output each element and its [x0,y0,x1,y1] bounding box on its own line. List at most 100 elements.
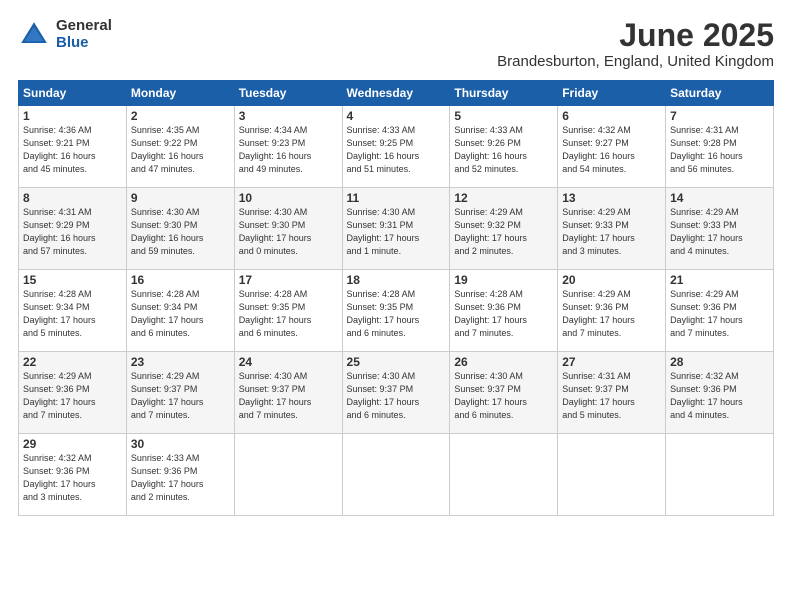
day-number: 12 [454,191,553,205]
table-row: 10Sunrise: 4:30 AM Sunset: 9:30 PM Dayli… [234,188,342,270]
table-row: 28Sunrise: 4:32 AM Sunset: 9:36 PM Dayli… [666,352,774,434]
day-number: 27 [562,355,661,369]
logo-blue: Blue [56,35,112,52]
table-row: 18Sunrise: 4:28 AM Sunset: 9:35 PM Dayli… [342,270,450,352]
day-number: 15 [23,273,122,287]
table-row: 3Sunrise: 4:34 AM Sunset: 9:23 PM Daylig… [234,106,342,188]
table-row [666,434,774,516]
day-info: Sunrise: 4:32 AM Sunset: 9:36 PM Dayligh… [23,452,122,504]
day-number: 3 [239,109,338,123]
table-row: 19Sunrise: 4:28 AM Sunset: 9:36 PM Dayli… [450,270,558,352]
table-row: 15Sunrise: 4:28 AM Sunset: 9:34 PM Dayli… [19,270,127,352]
table-row: 4Sunrise: 4:33 AM Sunset: 9:25 PM Daylig… [342,106,450,188]
day-info: Sunrise: 4:34 AM Sunset: 9:23 PM Dayligh… [239,124,338,176]
table-row: 24Sunrise: 4:30 AM Sunset: 9:37 PM Dayli… [234,352,342,434]
table-row: 30Sunrise: 4:33 AM Sunset: 9:36 PM Dayli… [126,434,234,516]
day-number: 19 [454,273,553,287]
table-row: 14Sunrise: 4:29 AM Sunset: 9:33 PM Dayli… [666,188,774,270]
day-number: 14 [670,191,769,205]
day-info: Sunrise: 4:33 AM Sunset: 9:36 PM Dayligh… [131,452,230,504]
day-number: 17 [239,273,338,287]
day-info: Sunrise: 4:28 AM Sunset: 9:35 PM Dayligh… [347,288,446,340]
day-number: 29 [23,437,122,451]
table-row: 27Sunrise: 4:31 AM Sunset: 9:37 PM Dayli… [558,352,666,434]
day-info: Sunrise: 4:31 AM Sunset: 9:28 PM Dayligh… [670,124,769,176]
day-info: Sunrise: 4:30 AM Sunset: 9:37 PM Dayligh… [347,370,446,422]
logo-text: General Blue [56,18,112,51]
day-info: Sunrise: 4:28 AM Sunset: 9:34 PM Dayligh… [131,288,230,340]
day-info: Sunrise: 4:35 AM Sunset: 9:22 PM Dayligh… [131,124,230,176]
day-number: 10 [239,191,338,205]
calendar-week-2: 15Sunrise: 4:28 AM Sunset: 9:34 PM Dayli… [19,270,774,352]
calendar-week-3: 22Sunrise: 4:29 AM Sunset: 9:36 PM Dayli… [19,352,774,434]
day-info: Sunrise: 4:29 AM Sunset: 9:33 PM Dayligh… [670,206,769,258]
day-number: 13 [562,191,661,205]
table-row [342,434,450,516]
header: General Blue June 2025 Brandesburton, En… [18,18,774,70]
logo-general: General [56,18,112,35]
day-info: Sunrise: 4:30 AM Sunset: 9:37 PM Dayligh… [454,370,553,422]
day-info: Sunrise: 4:29 AM Sunset: 9:32 PM Dayligh… [454,206,553,258]
day-number: 8 [23,191,122,205]
day-info: Sunrise: 4:31 AM Sunset: 9:37 PM Dayligh… [562,370,661,422]
col-saturday: Saturday [666,81,774,106]
table-row: 5Sunrise: 4:33 AM Sunset: 9:26 PM Daylig… [450,106,558,188]
day-number: 11 [347,191,446,205]
month-title: June 2025 [497,18,774,53]
table-row: 11Sunrise: 4:30 AM Sunset: 9:31 PM Dayli… [342,188,450,270]
day-number: 21 [670,273,769,287]
day-number: 22 [23,355,122,369]
day-info: Sunrise: 4:36 AM Sunset: 9:21 PM Dayligh… [23,124,122,176]
day-info: Sunrise: 4:30 AM Sunset: 9:30 PM Dayligh… [239,206,338,258]
day-info: Sunrise: 4:31 AM Sunset: 9:29 PM Dayligh… [23,206,122,258]
day-info: Sunrise: 4:30 AM Sunset: 9:30 PM Dayligh… [131,206,230,258]
table-row: 1Sunrise: 4:36 AM Sunset: 9:21 PM Daylig… [19,106,127,188]
day-info: Sunrise: 4:29 AM Sunset: 9:36 PM Dayligh… [670,288,769,340]
calendar-week-1: 8Sunrise: 4:31 AM Sunset: 9:29 PM Daylig… [19,188,774,270]
day-info: Sunrise: 4:29 AM Sunset: 9:36 PM Dayligh… [562,288,661,340]
day-info: Sunrise: 4:32 AM Sunset: 9:27 PM Dayligh… [562,124,661,176]
col-thursday: Thursday [450,81,558,106]
table-row: 7Sunrise: 4:31 AM Sunset: 9:28 PM Daylig… [666,106,774,188]
day-info: Sunrise: 4:33 AM Sunset: 9:26 PM Dayligh… [454,124,553,176]
table-row [234,434,342,516]
header-row: Sunday Monday Tuesday Wednesday Thursday… [19,81,774,106]
table-row: 25Sunrise: 4:30 AM Sunset: 9:37 PM Dayli… [342,352,450,434]
day-number: 23 [131,355,230,369]
col-monday: Monday [126,81,234,106]
day-info: Sunrise: 4:29 AM Sunset: 9:33 PM Dayligh… [562,206,661,258]
day-number: 4 [347,109,446,123]
day-info: Sunrise: 4:33 AM Sunset: 9:25 PM Dayligh… [347,124,446,176]
table-row: 13Sunrise: 4:29 AM Sunset: 9:33 PM Dayli… [558,188,666,270]
table-row: 6Sunrise: 4:32 AM Sunset: 9:27 PM Daylig… [558,106,666,188]
calendar-week-4: 29Sunrise: 4:32 AM Sunset: 9:36 PM Dayli… [19,434,774,516]
day-info: Sunrise: 4:30 AM Sunset: 9:37 PM Dayligh… [239,370,338,422]
title-block: June 2025 Brandesburton, England, United… [497,18,774,70]
table-row [558,434,666,516]
col-tuesday: Tuesday [234,81,342,106]
day-info: Sunrise: 4:30 AM Sunset: 9:31 PM Dayligh… [347,206,446,258]
day-number: 7 [670,109,769,123]
day-info: Sunrise: 4:28 AM Sunset: 9:36 PM Dayligh… [454,288,553,340]
day-info: Sunrise: 4:28 AM Sunset: 9:35 PM Dayligh… [239,288,338,340]
day-number: 20 [562,273,661,287]
table-row: 22Sunrise: 4:29 AM Sunset: 9:36 PM Dayli… [19,352,127,434]
day-info: Sunrise: 4:28 AM Sunset: 9:34 PM Dayligh… [23,288,122,340]
table-row: 2Sunrise: 4:35 AM Sunset: 9:22 PM Daylig… [126,106,234,188]
table-row: 12Sunrise: 4:29 AM Sunset: 9:32 PM Dayli… [450,188,558,270]
table-row: 8Sunrise: 4:31 AM Sunset: 9:29 PM Daylig… [19,188,127,270]
col-wednesday: Wednesday [342,81,450,106]
table-row: 23Sunrise: 4:29 AM Sunset: 9:37 PM Dayli… [126,352,234,434]
table-row: 21Sunrise: 4:29 AM Sunset: 9:36 PM Dayli… [666,270,774,352]
table-row [450,434,558,516]
location-title: Brandesburton, England, United Kingdom [497,53,774,70]
logo-icon [18,19,50,51]
day-number: 9 [131,191,230,205]
day-number: 16 [131,273,230,287]
calendar-table: Sunday Monday Tuesday Wednesday Thursday… [18,80,774,516]
day-info: Sunrise: 4:29 AM Sunset: 9:36 PM Dayligh… [23,370,122,422]
day-info: Sunrise: 4:29 AM Sunset: 9:37 PM Dayligh… [131,370,230,422]
logo: General Blue [18,18,112,51]
col-sunday: Sunday [19,81,127,106]
day-number: 2 [131,109,230,123]
